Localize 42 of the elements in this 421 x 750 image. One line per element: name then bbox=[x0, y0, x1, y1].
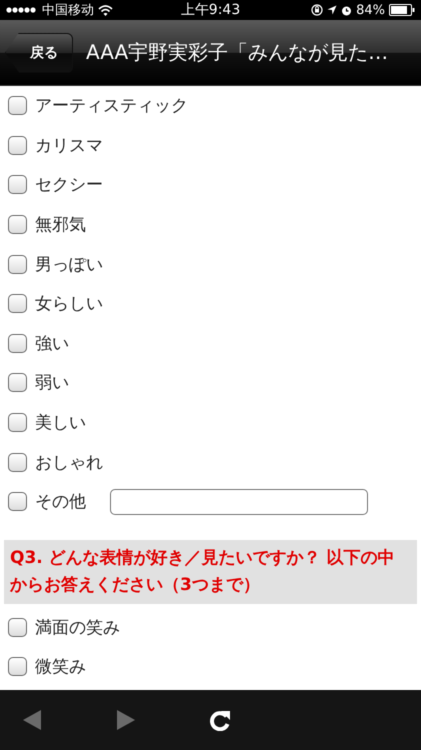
signal-icon bbox=[6, 5, 38, 15]
option-label: 女らしい bbox=[35, 293, 103, 316]
option-label: その他 bbox=[35, 491, 86, 514]
rotation-lock-icon bbox=[311, 4, 324, 16]
checkbox[interactable] bbox=[8, 413, 27, 432]
checkbox[interactable] bbox=[8, 657, 27, 676]
status-time: 上午9:43 bbox=[180, 1, 240, 19]
checkbox[interactable] bbox=[8, 96, 27, 116]
option-label: セクシー bbox=[35, 174, 103, 196]
checkbox[interactable] bbox=[8, 254, 27, 274]
forward-arrow-icon bbox=[115, 709, 137, 731]
back-button[interactable]: 戻る bbox=[5, 32, 73, 72]
checkbox[interactable] bbox=[8, 136, 27, 155]
carrier-name: 中国移动 bbox=[42, 2, 94, 19]
reload-icon bbox=[209, 709, 231, 731]
option-label: 美しい bbox=[35, 412, 86, 434]
option-label: 無邪気 bbox=[35, 214, 86, 236]
checkbox[interactable] bbox=[8, 175, 27, 194]
back-arrow-icon bbox=[21, 709, 43, 731]
location-icon bbox=[327, 5, 338, 15]
checkbox[interactable] bbox=[8, 294, 27, 314]
battery-icon bbox=[389, 4, 416, 16]
page-title: AAA宇野実彩子「みんなが見た… bbox=[86, 39, 388, 66]
battery-percentage: 84% bbox=[356, 2, 386, 18]
option-label: 弱い bbox=[35, 372, 69, 394]
checkbox[interactable] bbox=[8, 215, 27, 234]
option-label: カリスマ bbox=[35, 134, 103, 157]
checkbox[interactable] bbox=[8, 618, 27, 637]
option-label: 強い bbox=[35, 332, 69, 355]
checkbox[interactable] bbox=[8, 492, 27, 512]
option-label: アーティスティック bbox=[35, 95, 188, 118]
checkbox[interactable] bbox=[8, 373, 27, 392]
checkbox[interactable] bbox=[8, 452, 27, 472]
option-label: 微笑み bbox=[35, 656, 86, 678]
option-label: おしゃれ bbox=[35, 452, 103, 474]
option-label: 男っぽい bbox=[35, 254, 103, 276]
wifi-icon bbox=[98, 4, 113, 16]
input-field[interactable] bbox=[110, 488, 368, 515]
option-label: 満面の笑み bbox=[35, 616, 120, 639]
alarm-icon bbox=[341, 4, 352, 16]
checkbox[interactable] bbox=[8, 334, 27, 353]
question-heading: Q3. どんな表情が好き／見たいですか？ 以下の中からお答えください（3つまで） bbox=[4, 540, 417, 604]
